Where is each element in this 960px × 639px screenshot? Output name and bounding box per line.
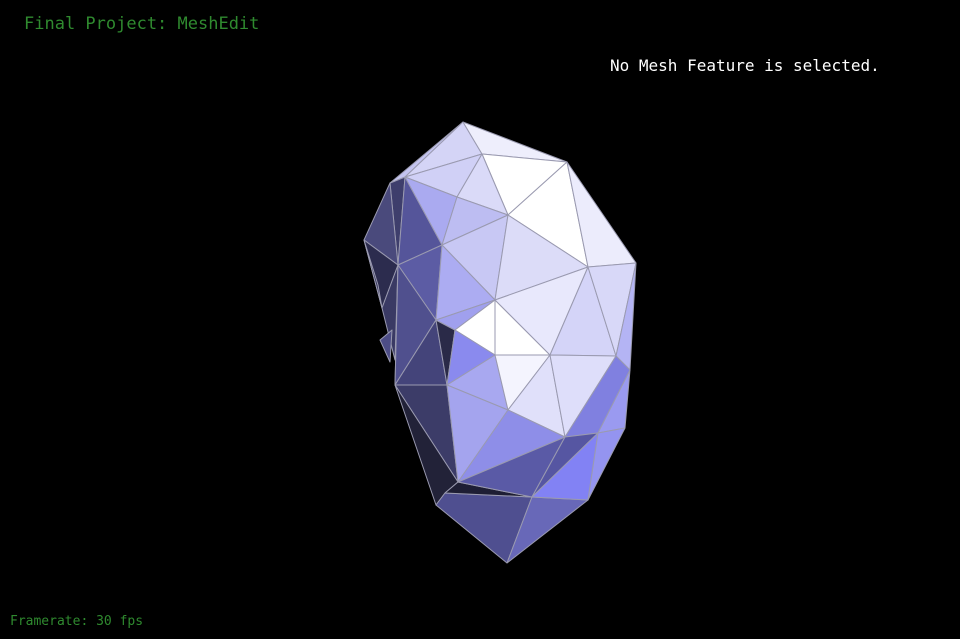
framerate-label: Framerate: 30 fps (10, 614, 144, 629)
mesh-render[interactable] (0, 0, 960, 639)
selection-status: No Mesh Feature is selected. (610, 56, 880, 75)
mesh-face[interactable] (379, 329, 393, 363)
app-title: Final Project: MeshEdit (24, 14, 260, 34)
mesh-viewport[interactable]: Final Project: MeshEdit No Mesh Feature … (0, 0, 960, 639)
